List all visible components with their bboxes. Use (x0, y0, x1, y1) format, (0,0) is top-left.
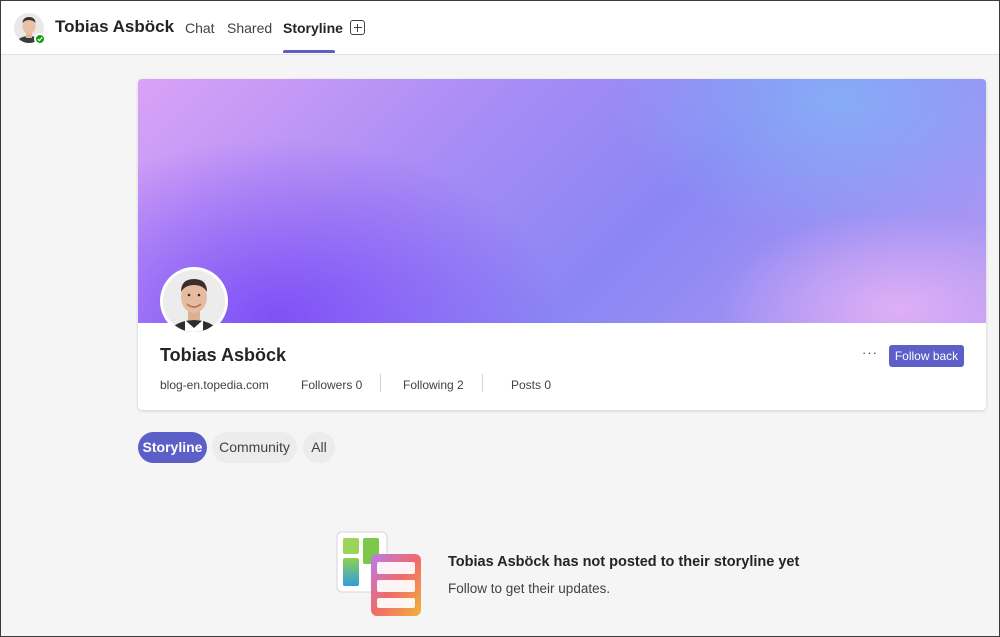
profile-photo-icon (163, 270, 225, 332)
empty-state-title: Tobias Asböck has not posted to their st… (448, 554, 800, 570)
filter-storyline[interactable]: Storyline (138, 432, 207, 463)
profile-name: Tobias Asböck (160, 345, 287, 365)
tab-storyline[interactable]: Storyline (283, 20, 343, 36)
divider (380, 374, 381, 392)
following-count[interactable]: Following 2 (403, 378, 464, 392)
top-bar: Tobias Asböck Chat Shared Storyline (1, 1, 999, 55)
profile-card: Tobias Asböck blog-en.topedia.com Follow… (138, 79, 986, 410)
filter-all[interactable]: All (303, 432, 335, 463)
more-options-icon[interactable]: ··· (862, 346, 878, 363)
tab-chat[interactable]: Chat (185, 20, 215, 36)
active-tab-indicator (283, 50, 335, 53)
filter-community[interactable]: Community (212, 432, 297, 463)
profile-website-link[interactable]: blog-en.topedia.com (160, 378, 269, 392)
profile-avatar[interactable] (160, 267, 228, 335)
avatar[interactable] (14, 13, 46, 45)
page-title: Tobias Asböck (55, 17, 175, 36)
tab-shared[interactable]: Shared (227, 20, 272, 36)
posts-count: Posts 0 (511, 378, 552, 392)
presence-available-icon (34, 33, 46, 45)
followers-count[interactable]: Followers 0 (301, 378, 362, 392)
follow-back-button[interactable]: Follow back (889, 345, 964, 367)
divider (482, 374, 483, 392)
profile-banner (138, 79, 986, 323)
add-tab-icon[interactable] (350, 20, 365, 35)
empty-storyline-illustration-icon (336, 531, 421, 616)
empty-state-subtitle: Follow to get their updates. (448, 581, 611, 596)
